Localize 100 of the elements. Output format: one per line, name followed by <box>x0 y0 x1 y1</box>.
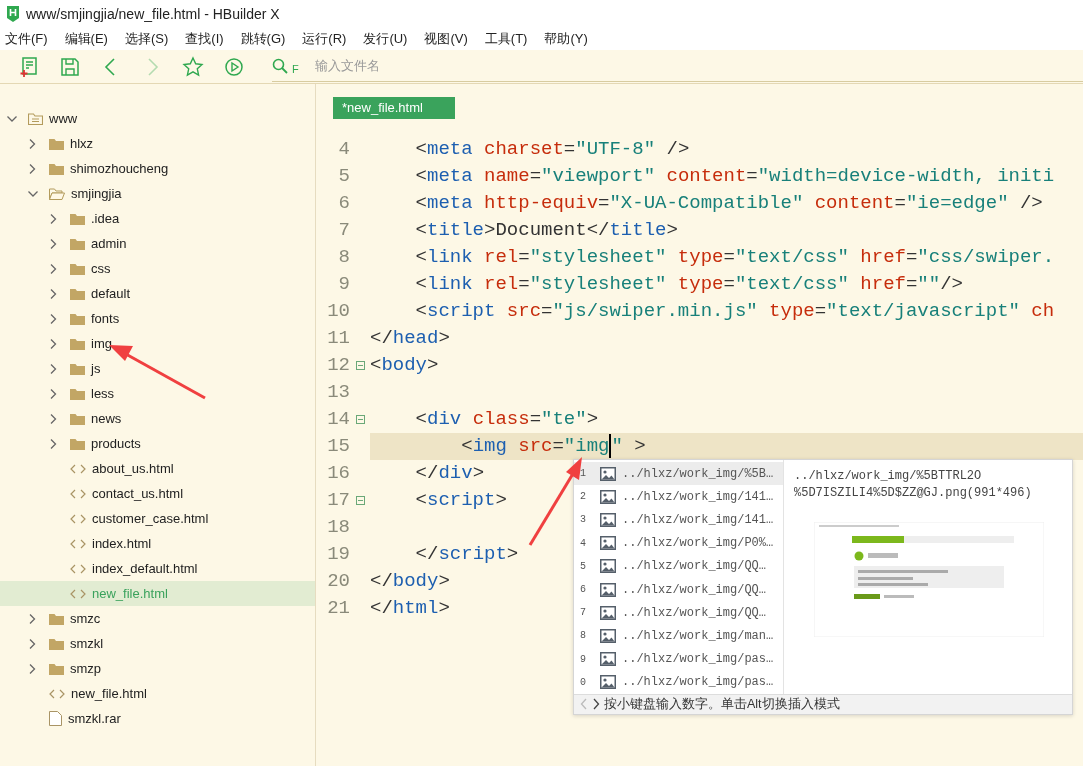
menu-item[interactable]: 文件(F) <box>4 29 57 49</box>
file-icon <box>49 711 62 726</box>
fold-icon[interactable] <box>355 361 365 370</box>
menu-item[interactable]: 帮助(Y) <box>543 29 597 49</box>
preview-path: ../hlxz/work_img/%5BTTRL2O <box>794 468 983 485</box>
suggestion-item[interactable]: 7 ../hlxz/work_img/QQ… <box>574 601 783 625</box>
tree-item[interactable]: index.html <box>0 531 315 556</box>
tree-item[interactable]: about_us.html <box>0 456 315 481</box>
tree-item[interactable]: www <box>0 106 315 131</box>
search-field[interactable]: 输入文件名 <box>312 55 613 77</box>
image-icon <box>600 466 616 481</box>
tree-item[interactable]: products <box>0 431 315 456</box>
image-icon <box>600 536 616 551</box>
code-file-icon <box>70 487 86 500</box>
code-line: <meta charset="UTF-8" /> <box>414 137 690 162</box>
run-button[interactable] <box>223 55 245 78</box>
code-file-icon <box>70 462 86 475</box>
line-number: 7 <box>337 218 350 244</box>
line-number: 8 <box>337 245 350 271</box>
tree-item[interactable]: news <box>0 406 315 431</box>
suggestion-item[interactable]: 5 ../hlxz/work_img/QQ… <box>574 554 783 578</box>
line-number: 11 <box>326 326 350 352</box>
suggestion-item[interactable]: 8 ../hlxz/work_img/man… <box>574 624 783 648</box>
tree-item[interactable]: smzkl <box>0 631 315 656</box>
suggestion-item[interactable]: 6 ../hlxz/work_img/QQ… <box>574 577 783 602</box>
menu-item[interactable]: 发行(U) <box>362 29 417 49</box>
suggestion-item[interactable]: 9 ../hlxz/work_img/pas… <box>574 647 783 671</box>
folder-icon <box>70 362 85 375</box>
suggestion-item[interactable]: 1 ../hlxz/work_img/%5B… <box>574 462 783 486</box>
search-mode-label: F <box>292 61 299 77</box>
image-icon <box>600 675 616 690</box>
tree-item[interactable]: index_default.html <box>0 556 315 581</box>
fold-icon[interactable] <box>355 415 365 424</box>
code-line: <script src="js/swiper.min.js" type="text/javascript" ch <box>414 299 1055 324</box>
suggestion-item[interactable]: 4 ../hlxz/work_img/P0%… <box>574 531 783 555</box>
menu-item[interactable]: 查找(I) <box>184 29 233 49</box>
fold-icon[interactable] <box>355 496 365 505</box>
folder-icon <box>49 662 64 675</box>
folder-icon <box>70 237 85 250</box>
line-number: 19 <box>326 542 350 568</box>
tree-item[interactable]: contact_us.html <box>0 481 315 506</box>
tree-item[interactable]: smzc <box>0 606 315 631</box>
line-number: 6 <box>337 191 350 217</box>
image-icon <box>600 489 616 504</box>
folder-icon <box>49 637 64 650</box>
code-line: <meta name="viewport" content="width=device-width, initi <box>414 164 1055 189</box>
folder-icon <box>70 312 85 325</box>
tree-item[interactable]: hlxz <box>0 131 315 156</box>
tree-item[interactable]: smzkl.rar <box>0 706 315 731</box>
folder-icon <box>49 137 64 150</box>
tree-item[interactable]: js <box>0 356 315 381</box>
image-icon <box>600 512 616 527</box>
code-file-icon <box>49 687 65 700</box>
text-cursor <box>609 434 612 458</box>
folder-icon <box>70 212 85 225</box>
save-button[interactable] <box>59 55 81 78</box>
code-file-icon <box>70 587 86 600</box>
code-file-icon <box>70 537 86 550</box>
save-icon <box>59 55 81 78</box>
folder-icon <box>49 162 64 175</box>
tree-item[interactable]: fonts <box>0 306 315 331</box>
image-icon <box>600 605 616 620</box>
line-number: 16 <box>326 461 350 487</box>
next-icon[interactable] <box>592 698 600 711</box>
new-file-button[interactable] <box>18 55 40 78</box>
tree-item[interactable]: admin <box>0 231 315 256</box>
tree-item[interactable]: default <box>0 281 315 306</box>
menu-item[interactable]: 运行(R) <box>301 29 356 49</box>
code-line: <link rel="stylesheet" type="text/css" href=""/> <box>414 272 963 297</box>
code-line: </body> <box>370 569 450 594</box>
tree-item[interactable]: less <box>0 381 315 406</box>
tree-item[interactable]: shimozhoucheng <box>0 156 315 181</box>
new-file-icon <box>18 55 40 78</box>
star-button[interactable] <box>182 55 204 78</box>
menu-item[interactable]: 视图(V) <box>423 29 477 49</box>
tree-item[interactable]: css <box>0 256 315 281</box>
tree-item[interactable]: smzp <box>0 656 315 681</box>
line-number: 9 <box>337 272 350 298</box>
suggestion-item[interactable]: 0 ../hlxz/work_img/pas… <box>574 670 783 694</box>
tree-item[interactable]: customer_case.html <box>0 506 315 531</box>
suggestion-item[interactable]: 3 ../hlxz/work_img/141… <box>574 508 783 532</box>
suggestion-item[interactable]: 2 ../hlxz/work_img/141… <box>574 485 783 509</box>
folder-icon <box>70 437 85 450</box>
line-number: 14 <box>326 407 350 433</box>
menu-item[interactable]: 选择(S) <box>123 29 178 49</box>
menu-item[interactable]: 工具(T) <box>483 29 537 49</box>
menu-item[interactable]: 跳转(G) <box>239 29 295 49</box>
tree-item[interactable]: smjingjia <box>0 181 315 206</box>
app-logo-icon <box>6 6 20 22</box>
folder-open-icon <box>49 187 65 200</box>
code-line: </head> <box>370 326 450 351</box>
code-line: </script> <box>414 542 519 567</box>
line-number: 5 <box>337 164 350 190</box>
run-icon <box>223 55 245 78</box>
tree-item[interactable]: new_file.html <box>0 681 315 706</box>
tree-item[interactable]: img <box>0 331 315 356</box>
tree-item[interactable]: .idea <box>0 206 315 231</box>
menu-item[interactable]: 编辑(E) <box>63 29 117 49</box>
line-number: 10 <box>326 299 350 325</box>
folder-icon <box>49 612 64 625</box>
